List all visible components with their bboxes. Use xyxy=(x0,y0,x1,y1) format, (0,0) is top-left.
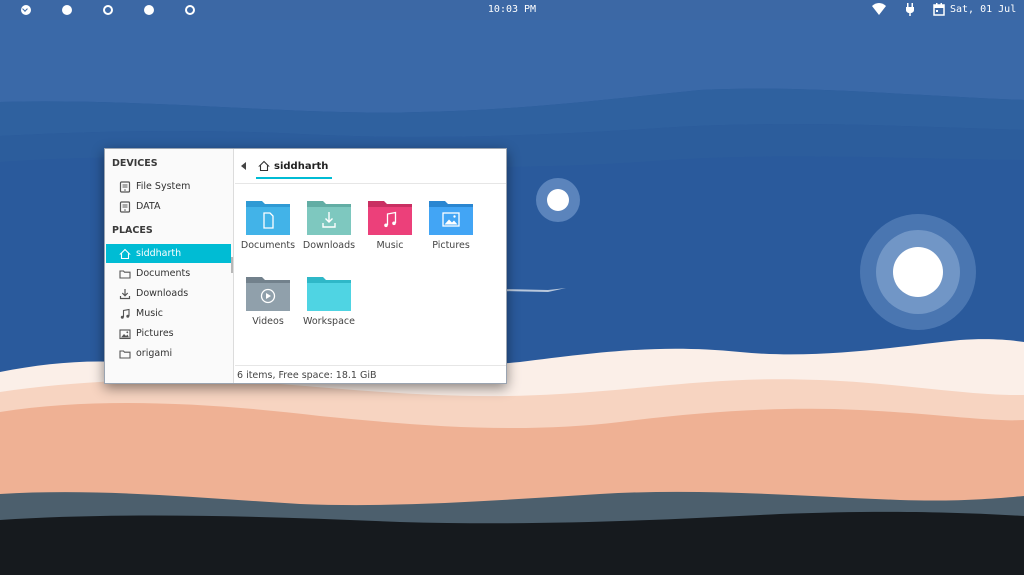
folder-videos[interactable]: Videos xyxy=(239,273,297,327)
download-icon xyxy=(119,288,131,299)
folder-label: Music xyxy=(376,240,404,251)
location-bar: siddharth xyxy=(235,149,506,184)
breadcrumb-label: siddharth xyxy=(274,160,329,172)
calendar-icon[interactable] xyxy=(933,3,945,16)
sidebar-item-siddharth[interactable]: siddharth xyxy=(106,244,231,263)
folder-label: Workspace xyxy=(303,316,355,327)
sidebar-item-label: origami xyxy=(136,348,173,359)
file-manager-window: DEVICES File System DATA PLACES siddhart… xyxy=(104,148,507,384)
folder-pictures[interactable]: Pictures xyxy=(422,197,480,251)
sidebar-item-pictures[interactable]: Pictures xyxy=(106,324,231,343)
sidebar-item-data[interactable]: DATA xyxy=(106,197,231,216)
music-folder-icon xyxy=(368,201,412,235)
sidebar-item-label: Pictures xyxy=(136,328,174,339)
folder-label: Videos xyxy=(252,316,284,327)
folder-label: Pictures xyxy=(432,240,470,251)
sidebar: DEVICES File System DATA PLACES siddhart… xyxy=(105,149,234,383)
sidebar-item-documents[interactable]: Documents xyxy=(106,264,231,283)
folder-downloads[interactable]: Downloads xyxy=(300,197,358,251)
wifi-icon[interactable] xyxy=(872,3,886,16)
status-bar: 6 items, Free space: 18.1 GiB xyxy=(235,365,506,383)
folder-icon xyxy=(119,269,131,279)
folder-documents[interactable]: Documents xyxy=(239,197,297,251)
folder-workspace[interactable]: Workspace xyxy=(300,273,358,327)
download-folder-icon xyxy=(307,201,351,235)
file-view: siddharth Documents Downloads Music Pict… xyxy=(235,149,506,383)
sidebar-item-label: Downloads xyxy=(136,288,189,299)
devices-header: DEVICES xyxy=(112,158,158,169)
folder-icon xyxy=(119,349,131,359)
home-icon xyxy=(119,248,131,259)
sidebar-item-label: siddharth xyxy=(136,248,182,259)
sidebar-item-downloads[interactable]: Downloads xyxy=(106,284,231,303)
sidebar-item-label: Music xyxy=(136,308,164,319)
music-note-icon xyxy=(120,308,130,319)
image-folder-icon xyxy=(429,201,473,235)
sidebar-resize-handle[interactable] xyxy=(231,257,233,273)
drive-icon xyxy=(119,200,131,213)
folder-icon xyxy=(307,277,351,311)
home-icon xyxy=(258,160,270,172)
sidebar-item-music[interactable]: Music xyxy=(106,304,231,323)
drive-icon xyxy=(119,180,131,193)
sidebar-item-label: File System xyxy=(136,181,191,192)
sidebar-item-file-system[interactable]: File System xyxy=(106,177,231,196)
back-button[interactable] xyxy=(241,162,246,170)
sidebar-item-label: DATA xyxy=(136,201,161,212)
top-panel: 10:03 PM Sat, 01 Jul xyxy=(0,0,1024,20)
places-header: PLACES xyxy=(112,225,153,236)
sidebar-item-origami[interactable]: origami xyxy=(106,344,231,363)
image-icon xyxy=(119,328,131,339)
clock[interactable]: 10:03 PM xyxy=(0,4,1024,15)
power-plug-icon[interactable] xyxy=(905,3,915,16)
video-folder-icon xyxy=(246,277,290,311)
folder-label: Downloads xyxy=(302,240,356,251)
folder-music[interactable]: Music xyxy=(361,197,419,251)
sidebar-item-label: Documents xyxy=(136,268,191,279)
folder-label: Documents xyxy=(240,240,296,251)
breadcrumb-siddharth[interactable]: siddharth xyxy=(256,155,333,179)
document-folder-icon xyxy=(246,201,290,235)
date-label[interactable]: Sat, 01 Jul xyxy=(950,4,1016,15)
